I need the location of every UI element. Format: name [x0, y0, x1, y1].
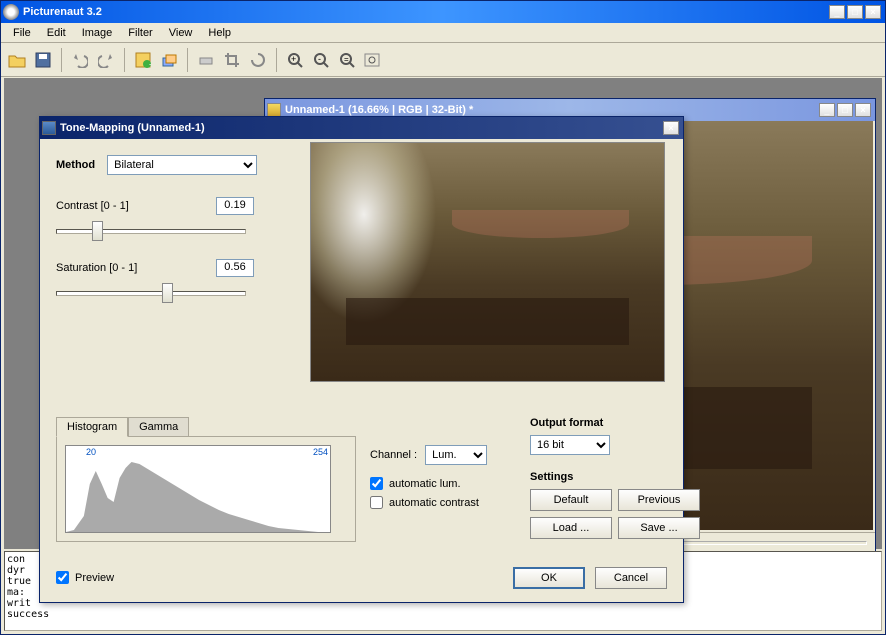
preview-image [310, 142, 665, 382]
previous-button[interactable]: Previous [618, 489, 700, 511]
saturation-label: Saturation [0 - 1] [56, 262, 137, 274]
method-select[interactable]: Bilateral [107, 155, 257, 175]
tab-histogram[interactable]: Histogram [56, 417, 128, 437]
menu-filter[interactable]: Filter [120, 25, 160, 41]
save-button[interactable]: Save ... [618, 517, 700, 539]
channel-select[interactable]: Lum. [425, 445, 487, 465]
app-title: Picturenaut 3.2 [23, 6, 829, 18]
doc-minimize-button[interactable]: _ [819, 103, 835, 117]
rotate-icon[interactable] [246, 48, 270, 72]
dialog-title: Tone-Mapping (Unnamed-1) [60, 122, 663, 134]
crop-icon[interactable] [220, 48, 244, 72]
method-label: Method [56, 159, 95, 171]
zoom-fit-icon[interactable]: = [335, 48, 359, 72]
app-icon [3, 4, 19, 20]
doc-title: Unnamed-1 (16.66% | RGB | 32-Bit) * [285, 104, 819, 116]
menubar: File Edit Image Filter View Help [1, 23, 885, 43]
channel-label: Channel : [370, 449, 417, 461]
tool-icon[interactable] [194, 48, 218, 72]
church-preview [311, 143, 664, 381]
load-button[interactable]: Load ... [530, 517, 612, 539]
cancel-button[interactable]: Cancel [595, 567, 667, 589]
tabs: Histogram Gamma [56, 417, 356, 436]
dialog-titlebar[interactable]: Tone-Mapping (Unnamed-1) × [40, 117, 683, 139]
minimize-button[interactable]: _ [829, 5, 845, 19]
histogram-chart: 20 254 [65, 445, 331, 533]
log-line: success [7, 609, 879, 620]
hdr-icon[interactable]: + [131, 48, 155, 72]
output-format-select[interactable]: 16 bit [530, 435, 610, 455]
workspace: Unnamed-1 (16.66% | RGB | 32-Bit) * _ □ … [4, 78, 882, 549]
svg-text:+: + [149, 60, 151, 68]
contrast-slider[interactable] [56, 221, 246, 241]
auto-contrast-input[interactable] [370, 496, 383, 509]
toolbar: + + - = [1, 43, 885, 77]
auto-lum-checkbox[interactable]: automatic lum. [370, 477, 487, 490]
svg-text:=: = [344, 55, 349, 64]
zoom-in-icon[interactable]: + [283, 48, 307, 72]
menu-edit[interactable]: Edit [39, 25, 74, 41]
settings-label: Settings [530, 471, 700, 483]
saturation-value[interactable]: 0.56 [216, 259, 254, 277]
doc-icon [267, 103, 281, 117]
main-window: Picturenaut 3.2 _ □ × File Edit Image Fi… [0, 0, 886, 635]
dialog-close-button[interactable]: × [663, 121, 679, 135]
contrast-value[interactable]: 0.19 [216, 197, 254, 215]
undo-icon[interactable] [68, 48, 92, 72]
auto-contrast-checkbox[interactable]: automatic contrast [370, 496, 487, 509]
saturation-slider[interactable] [56, 283, 246, 303]
saturation-thumb[interactable] [162, 283, 173, 303]
zoom-out-icon[interactable]: - [309, 48, 333, 72]
tone-mapping-dialog: Tone-Mapping (Unnamed-1) × Method Bilate… [39, 116, 684, 603]
auto-lum-input[interactable] [370, 477, 383, 490]
tab-gamma[interactable]: Gamma [128, 417, 189, 436]
svg-text:+: + [291, 54, 296, 64]
menu-image[interactable]: Image [74, 25, 121, 41]
save-icon[interactable] [31, 48, 55, 72]
redo-icon[interactable] [94, 48, 118, 72]
maximize-button[interactable]: □ [847, 5, 863, 19]
main-titlebar[interactable]: Picturenaut 3.2 _ □ × [1, 1, 885, 23]
output-format-label: Output format [530, 417, 700, 429]
menu-help[interactable]: Help [200, 25, 239, 41]
zoom-100-icon[interactable] [361, 48, 385, 72]
preview-checkbox[interactable]: Preview [56, 571, 114, 584]
ok-button[interactable]: OK [513, 567, 585, 589]
default-button[interactable]: Default [530, 489, 612, 511]
close-button[interactable]: × [865, 5, 881, 19]
open-icon[interactable] [5, 48, 29, 72]
menu-view[interactable]: View [161, 25, 201, 41]
preview-input[interactable] [56, 571, 69, 584]
doc-maximize-button[interactable]: □ [837, 103, 853, 117]
svg-text:-: - [318, 54, 321, 64]
layers-icon[interactable] [157, 48, 181, 72]
dialog-icon [42, 121, 56, 135]
menu-file[interactable]: File [5, 25, 39, 41]
histogram-panel: 20 254 [56, 436, 356, 542]
contrast-thumb[interactable] [92, 221, 103, 241]
contrast-label: Contrast [0 - 1] [56, 200, 129, 212]
doc-close-button[interactable]: × [855, 103, 871, 117]
